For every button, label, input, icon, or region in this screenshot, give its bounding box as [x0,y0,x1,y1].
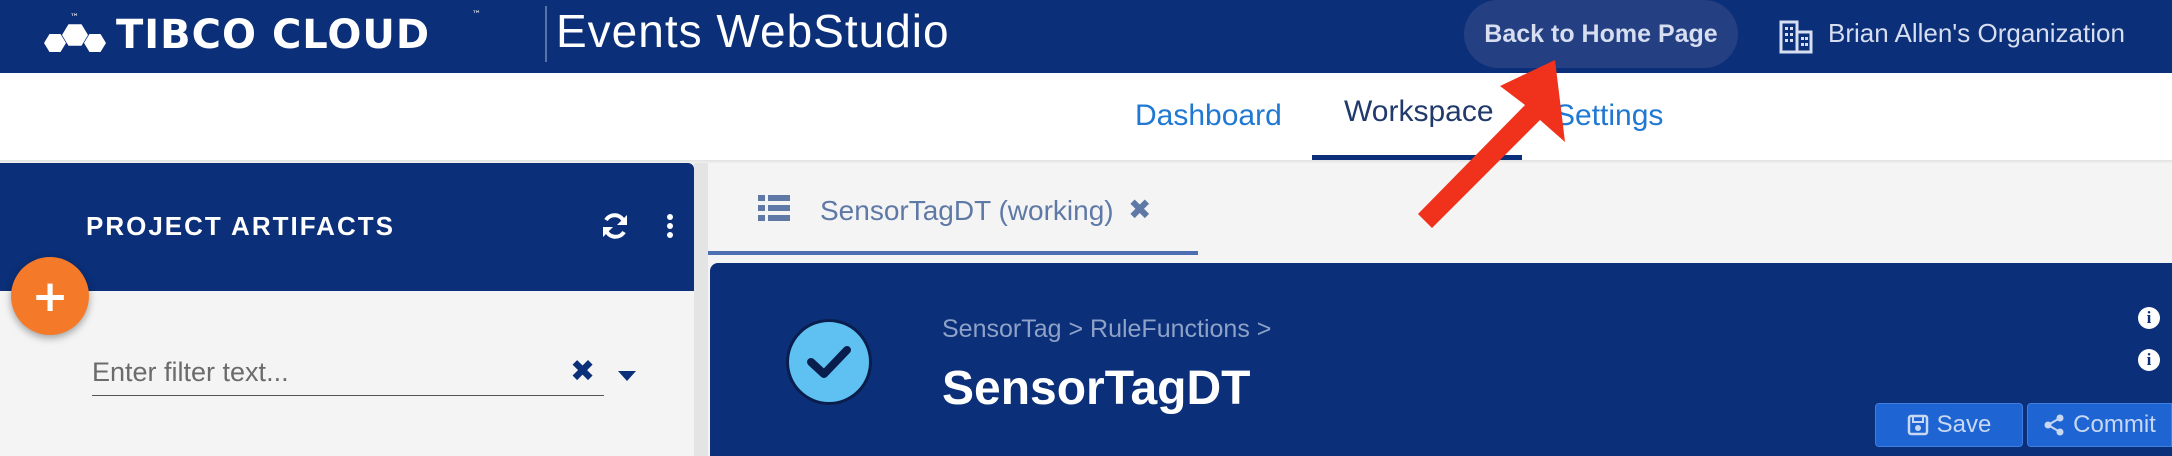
share-icon [2044,414,2064,436]
filter-input[interactable] [92,350,542,394]
save-label: Save [1936,411,1992,438]
list-icon [758,195,790,221]
app-title: Events WebStudio [556,5,950,57]
editor-tab-indicator [708,251,1198,255]
editor-tab[interactable]: SensorTagDT (working) ✖ [708,163,1198,255]
tab-dashboard[interactable]: Dashboard [1135,99,1282,133]
editor-tab-label: SensorTagDT (working) [820,195,1114,226]
close-tab-icon[interactable]: ✖ [1128,193,1151,226]
top-header: ™ TIBCO CLOUD ™ Events WebStudio Back to… [0,0,2172,73]
main-nav: Dashboard Workspace Settings [0,73,2172,163]
building-icon [1779,20,1813,54]
filter-dropdown-icon[interactable] [618,371,636,381]
organization-name[interactable]: Brian Allen's Organization [1828,18,2125,49]
project-artifacts-panel: PROJECT ARTIFACTS + ✖ [0,163,694,456]
logo-text: TIBCO CLOUD [116,12,431,58]
more-options-icon[interactable] [662,211,678,241]
save-button[interactable]: Save [1875,403,2023,447]
panel-splitter[interactable] [694,163,708,456]
tibco-cloud-logo[interactable]: ™ TIBCO CLOUD ™ [42,10,481,60]
panel-header: PROJECT ARTIFACTS [0,163,694,291]
checkmark-icon [786,319,872,405]
breadcrumb[interactable]: SensorTag > RuleFunctions > [942,315,1271,344]
panel-title: PROJECT ARTIFACTS [86,211,395,241]
commit-label: Commit [2073,411,2156,438]
clear-filter-icon[interactable]: ✖ [570,354,595,389]
save-icon [1907,414,1928,436]
annotation-arrow-icon [1418,60,1565,228]
info-icon[interactable]: i [2138,349,2160,371]
artifact-title: SensorTagDT [942,362,1251,415]
info-icon[interactable]: i [2138,307,2160,329]
rule-function-editor: SensorTag > RuleFunctions > SensorTagDT … [710,263,2172,456]
header-divider [545,6,547,62]
hexagon-logo-icon: ™ [42,13,112,55]
refresh-icon[interactable] [600,211,630,241]
filter-field: ✖ [92,350,604,396]
commit-button[interactable]: Commit [2027,403,2172,447]
add-artifact-button[interactable]: + [11,257,89,335]
